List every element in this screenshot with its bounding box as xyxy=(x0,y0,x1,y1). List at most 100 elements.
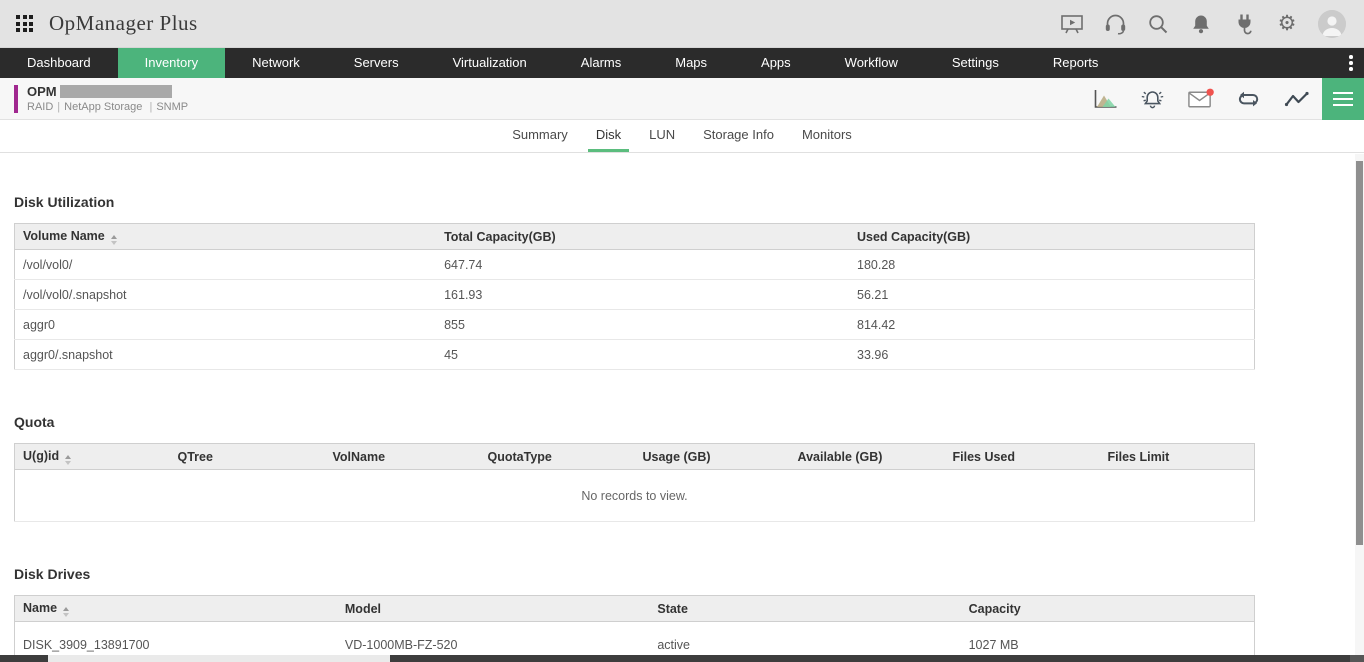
scrollbar-corner xyxy=(1350,655,1364,662)
cell: 33.96 xyxy=(849,340,1255,370)
dependency-link-icon[interactable] xyxy=(1235,87,1262,111)
sort-icon[interactable] xyxy=(111,235,117,245)
column-header-label: QTree xyxy=(178,450,213,464)
main-nav: Dashboard Inventory Network Servers Virt… xyxy=(0,48,1364,78)
nav-tab-network[interactable]: Network xyxy=(225,48,327,78)
disk-drives-section: Disk Drives NameModelStateCapacityDISK_3… xyxy=(0,566,1364,662)
nav-tab-workflow[interactable]: Workflow xyxy=(818,48,925,78)
column-header-label: Files Limit xyxy=(1108,450,1170,464)
device-protocol: SNMP xyxy=(156,101,188,113)
disk-utilization-section: Disk Utilization Volume Name Total Capaci… xyxy=(0,194,1364,370)
tab-storage-info[interactable]: Storage Info xyxy=(695,120,782,152)
column-header-label: VolName xyxy=(333,450,386,464)
search-icon[interactable] xyxy=(1146,12,1170,36)
disk-tab-content: Disk Utilization Volume Name Total Capaci… xyxy=(0,194,1364,662)
tab-lun[interactable]: LUN xyxy=(641,120,683,152)
cell: aggr0/.snapshot xyxy=(15,340,437,370)
tab-monitors[interactable]: Monitors xyxy=(794,120,860,152)
menu-hamburger-icon[interactable] xyxy=(1322,78,1364,120)
column-header-label: Used Capacity(GB) xyxy=(857,230,970,244)
column-header[interactable]: Volume Name xyxy=(15,224,437,250)
empty-message: No records to view. xyxy=(15,470,1255,522)
column-header[interactable]: Used Capacity(GB) xyxy=(849,224,1255,250)
column-header[interactable]: Total Capacity(GB) xyxy=(436,224,849,250)
quota-table: U(g)id QTree VolName QuotaType Usage (GB) Ava… xyxy=(0,443,1364,522)
column-header-label: Files Used xyxy=(953,450,1016,464)
device-meta: RAID|NetApp Storage |SNMP xyxy=(27,101,188,113)
sort-icon[interactable] xyxy=(65,455,71,465)
column-header-label: Capacity xyxy=(969,602,1021,616)
column-header-label: Volume Name xyxy=(23,229,105,243)
disk-drives-table: NameModelStateCapacityDISK_3909_13891700… xyxy=(0,595,1364,662)
disk_utilization-grid: Volume Name Total Capacity(GB) Used Capaci… xyxy=(14,223,1255,370)
nav-tab-servers[interactable]: Servers xyxy=(327,48,426,78)
column-header[interactable]: QTree xyxy=(170,444,325,470)
horizontal-scrollbar-thumb[interactable] xyxy=(48,655,390,662)
nav-tab-maps[interactable]: Maps xyxy=(648,48,734,78)
column-header[interactable]: Available (GB) xyxy=(790,444,945,470)
column-header[interactable]: State xyxy=(649,596,960,622)
table-row[interactable]: aggr0855814.42 xyxy=(15,310,1255,340)
section-title: Disk Utilization xyxy=(14,194,1364,210)
topbar-actions: ⚙ xyxy=(1060,10,1346,38)
column-header[interactable]: Files Used xyxy=(945,444,1100,470)
training-icon[interactable] xyxy=(1060,12,1084,36)
quota-section: Quota U(g)id QTree VolName QuotaType Usage (… xyxy=(0,414,1364,522)
tab-disk[interactable]: Disk xyxy=(588,120,629,152)
alarm-bell-icon[interactable] xyxy=(1139,87,1166,111)
tab-summary[interactable]: Summary xyxy=(504,120,576,152)
column-header-label: Name xyxy=(23,601,57,615)
column-header[interactable]: Capacity xyxy=(961,596,1255,622)
user-avatar[interactable] xyxy=(1318,10,1346,38)
column-header-label: U(g)id xyxy=(23,449,59,463)
cell: /vol/vol0/.snapshot xyxy=(15,280,437,310)
column-header-label: QuotaType xyxy=(488,450,552,464)
column-header-label: Usage (GB) xyxy=(643,450,711,464)
cell: 56.21 xyxy=(849,280,1255,310)
nav-tab-dashboard[interactable]: Dashboard xyxy=(0,48,118,78)
device-actions xyxy=(1091,87,1310,111)
disk-utilization-table: Volume Name Total Capacity(GB) Used Capaci… xyxy=(0,223,1364,370)
vertical-scrollbar[interactable] xyxy=(1355,154,1364,655)
column-header[interactable]: Usage (GB) xyxy=(635,444,790,470)
column-header[interactable]: U(g)id xyxy=(15,444,170,470)
table-row[interactable]: aggr0/.snapshot4533.96 xyxy=(15,340,1255,370)
nav-tab-alarms[interactable]: Alarms xyxy=(554,48,648,78)
performance-chart-icon[interactable] xyxy=(1091,87,1118,111)
table-row[interactable]: /vol/vol0/647.74180.28 xyxy=(15,250,1255,280)
support-headset-icon[interactable] xyxy=(1103,12,1127,36)
device-name-redaction xyxy=(60,85,172,98)
sort-icon[interactable] xyxy=(63,607,69,617)
column-header[interactable]: QuotaType xyxy=(480,444,635,470)
vertical-scrollbar-thumb[interactable] xyxy=(1356,161,1363,545)
device-accent-bar xyxy=(14,85,18,113)
cell: 180.28 xyxy=(849,250,1255,280)
mail-icon[interactable] xyxy=(1187,87,1214,111)
response-pulse-icon[interactable] xyxy=(1283,87,1310,111)
notifications-bell-icon[interactable] xyxy=(1189,12,1213,36)
nav-tab-settings[interactable]: Settings xyxy=(925,48,1026,78)
nav-overflow-kebab-icon[interactable] xyxy=(1338,48,1364,78)
section-title: Quota xyxy=(14,414,1364,430)
apps-grid-icon[interactable] xyxy=(16,15,33,32)
quota-grid: U(g)id QTree VolName QuotaType Usage (GB) Ava… xyxy=(14,443,1255,522)
nav-tab-virtualization[interactable]: Virtualization xyxy=(426,48,554,78)
cell: 45 xyxy=(436,340,849,370)
column-header[interactable]: VolName xyxy=(325,444,480,470)
column-header[interactable]: Name xyxy=(15,596,337,622)
horizontal-scrollbar[interactable] xyxy=(0,655,1364,662)
cell: /vol/vol0/ xyxy=(15,250,437,280)
settings-gear-icon[interactable]: ⚙ xyxy=(1275,12,1299,36)
nav-tab-reports[interactable]: Reports xyxy=(1026,48,1126,78)
device-category: NetApp Storage xyxy=(64,101,142,113)
column-header-label: State xyxy=(657,602,688,616)
plugin-icon[interactable] xyxy=(1232,12,1256,36)
column-header[interactable]: Model xyxy=(337,596,649,622)
nav-tab-inventory[interactable]: Inventory xyxy=(118,48,225,78)
column-header[interactable]: Files Limit xyxy=(1100,444,1255,470)
nav-tab-apps[interactable]: Apps xyxy=(734,48,818,78)
disk_drives-grid: NameModelStateCapacityDISK_3909_13891700… xyxy=(14,595,1255,662)
device-header: OPM RAID|NetApp Storage |SNMP xyxy=(0,78,1364,120)
table-row[interactable]: /vol/vol0/.snapshot161.9356.21 xyxy=(15,280,1255,310)
device-name: OPM xyxy=(27,84,57,99)
